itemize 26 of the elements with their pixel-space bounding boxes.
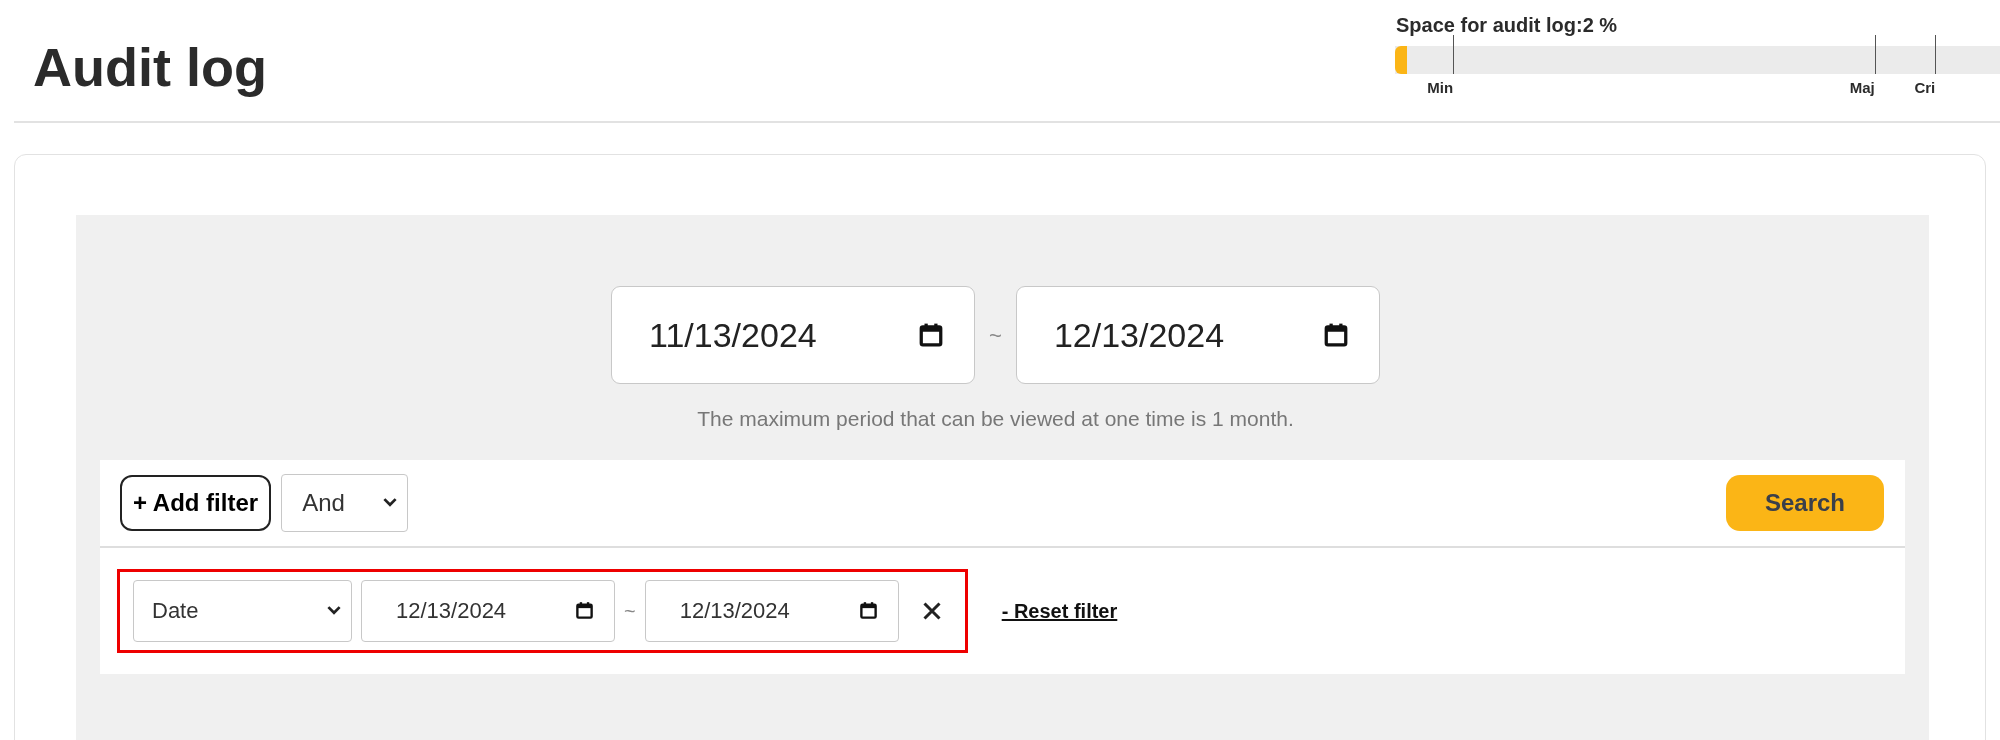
range-separator: ~ <box>624 598 636 624</box>
calendar-icon[interactable] <box>918 322 945 348</box>
calendar-icon[interactable] <box>1322 322 1349 348</box>
search-button[interactable]: Search <box>1726 474 1884 531</box>
date-field[interactable]: 12/13/2024 <box>1015 286 1380 384</box>
threshold-label: Min <box>1427 80 1454 95</box>
threshold-label: Cri <box>1914 80 1936 95</box>
field-select[interactable]: Date <box>133 579 352 642</box>
reset-filter-link[interactable]: - Reset filter <box>1001 595 1118 626</box>
range-separator: ~ <box>989 321 1002 350</box>
threshold-tick <box>1453 35 1455 74</box>
threshold-label: Maj <box>1849 80 1875 95</box>
calendar-icon[interactable] <box>858 601 878 620</box>
usage-label: Space for audit log:2 % <box>1395 13 1619 38</box>
date-field[interactable]: 11/13/2024 <box>611 286 976 384</box>
add-filter-button[interactable]: + Add filter <box>120 474 272 531</box>
period-note: The maximum period that can be viewed at one time is 1 month. <box>696 406 1295 432</box>
close-icon[interactable] <box>922 601 941 620</box>
calendar-icon[interactable] <box>575 601 594 620</box>
threshold-tick <box>1935 35 1937 74</box>
threshold-tick <box>1874 35 1876 74</box>
date-field[interactable]: 12/13/2024 <box>361 579 615 642</box>
operator-select[interactable]: And <box>281 473 409 532</box>
chevron-down-icon <box>327 606 341 615</box>
chevron-down-icon <box>383 498 398 507</box>
date-field[interactable]: 12/13/2024 <box>644 579 899 642</box>
